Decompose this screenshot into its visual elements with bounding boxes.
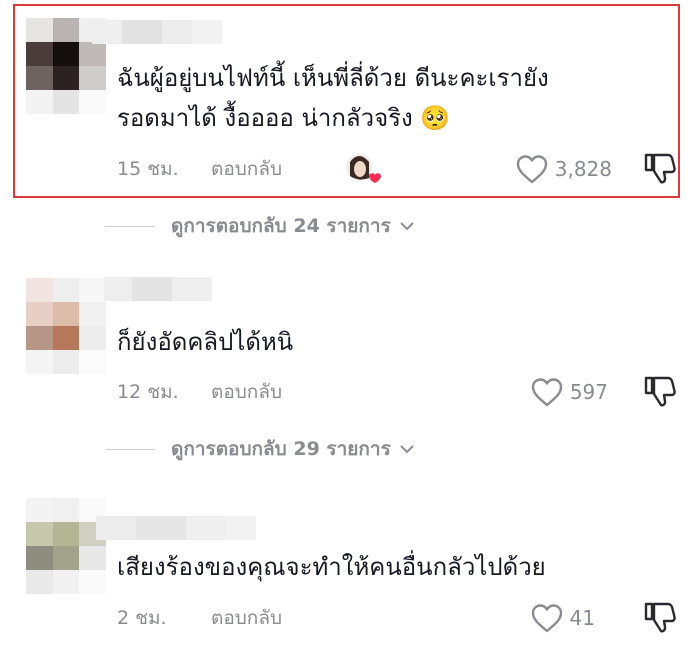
comment-time: 12 ชม.	[117, 381, 179, 403]
heart-icon	[369, 173, 381, 183]
divider	[105, 225, 155, 227]
like-count: 41	[569, 606, 595, 630]
comment-time: 15 ชม.	[117, 158, 179, 180]
dislike-icon[interactable]	[642, 150, 678, 186]
reply-button[interactable]: ตอบกลับ	[211, 154, 282, 184]
comment-text: ก็ยังอัดคลิปได้หนิ	[117, 322, 293, 362]
divider	[105, 448, 155, 450]
view-replies-button[interactable]: ดูการตอบกลับ 24 รายการ	[105, 211, 415, 241]
comment-text-line1: ฉันผู้อยู่บนไฟท์นี้ เห็นพี่ลี่ด้วย ดีนะค…	[117, 64, 549, 92]
like-count: 3,828	[554, 157, 612, 181]
comment-text: ฉันผู้อยู่บนไฟท์นี้ เห็นพี่ลี่ด้วย ดีนะค…	[117, 58, 549, 138]
comment-text-line1: ก็ยังอัดคลิปได้หนิ	[117, 328, 294, 356]
comment-text: เสียงร้องของคุณจะทำให้คนอื่นกลัวไปด้วย	[117, 547, 546, 587]
pleading-face-emoji: 🥺	[420, 104, 451, 132]
view-replies-label: ดูการตอบกลับ 24 รายการ	[171, 215, 391, 237]
like-heart-icon[interactable]	[530, 377, 564, 407]
avatar[interactable]	[26, 498, 106, 594]
creator-liked-badge	[345, 152, 381, 186]
comment-text-line2: รอดมาได้ งื้ออออ น่ากลัวจริง	[117, 104, 413, 132]
username-blurred[interactable]	[92, 20, 222, 44]
reply-button[interactable]: ตอบกลับ	[211, 603, 282, 633]
like-heart-icon[interactable]	[530, 603, 564, 633]
dislike-icon[interactable]	[642, 373, 678, 409]
like-heart-icon[interactable]	[515, 154, 549, 184]
view-replies-label: ดูการตอบกลับ 29 รายการ	[171, 438, 391, 460]
comment-text-line1: เสียงร้องของคุณจะทำให้คนอื่นกลัวไปด้วย	[117, 553, 546, 581]
like-count: 597	[569, 380, 608, 404]
comment-time: 2 ชม.	[117, 607, 167, 629]
username-blurred[interactable]	[96, 516, 256, 540]
chevron-down-icon	[400, 222, 414, 231]
chevron-down-icon	[400, 445, 414, 454]
username-blurred[interactable]	[104, 277, 212, 301]
reply-button[interactable]: ตอบกลับ	[211, 377, 282, 407]
avatar[interactable]	[26, 278, 106, 374]
view-replies-button[interactable]: ดูการตอบกลับ 29 รายการ	[105, 434, 415, 464]
dislike-icon[interactable]	[642, 599, 678, 635]
